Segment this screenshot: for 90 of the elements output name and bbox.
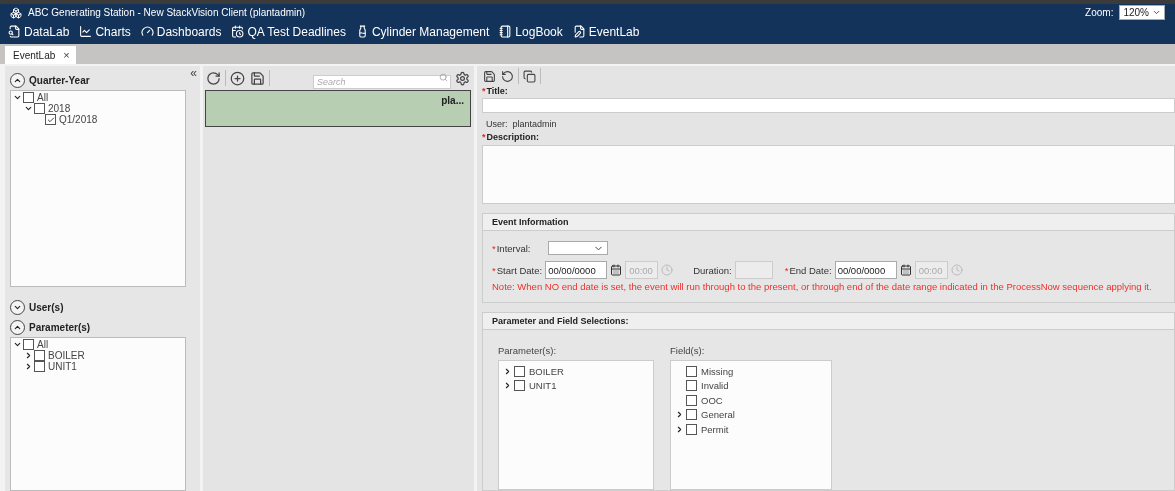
checkbox[interactable] [34, 350, 45, 361]
section-title: Quarter-Year [29, 74, 90, 86]
save-button[interactable] [482, 69, 497, 83]
close-icon[interactable]: × [63, 49, 70, 61]
gauge-icon [140, 25, 154, 38]
note-text: Note: When NO end date is set, the event will run through to the present, or through end of the date range indicated in the ProcessNow sequence applying it. [491, 281, 1153, 294]
expand-icon[interactable] [675, 424, 684, 434]
save-button[interactable] [249, 70, 266, 86]
checkbox[interactable] [686, 409, 697, 421]
expand-icon[interactable] [675, 410, 684, 420]
nav-link[interactable]: Dashboards [140, 24, 222, 39]
field-label: *Title: [482, 85, 509, 98]
expand-icon[interactable] [503, 366, 512, 376]
checkbox[interactable] [23, 92, 34, 103]
expand-icon[interactable] [503, 381, 512, 391]
line-chart-icon [79, 25, 93, 38]
chevron-down-icon [1152, 8, 1161, 17]
collapse-icon[interactable] [13, 93, 22, 102]
list-item-label[interactable]: Invalid [701, 380, 729, 392]
document-search-icon [8, 25, 21, 38]
date-field[interactable]: 00/00/0000 [834, 261, 897, 279]
list-item-label[interactable]: OOC [701, 394, 723, 406]
description-field[interactable] [482, 144, 1175, 204]
add-button[interactable] [229, 70, 246, 86]
tree-label[interactable]: BOILER [48, 350, 85, 361]
date-field[interactable]: 00/00/0000 [545, 261, 608, 279]
expand-icon[interactable] [24, 351, 33, 360]
tree-label[interactable]: All [37, 92, 49, 103]
duration-field[interactable] [734, 261, 773, 279]
tree-label[interactable]: Q1/2018 [59, 114, 98, 125]
checkbox[interactable] [686, 380, 697, 392]
field-label: *Description: [482, 131, 541, 144]
calendar-icon[interactable] [610, 264, 623, 276]
section-title: User(s) [29, 301, 64, 313]
list-item-label[interactable]: BOILER [529, 365, 564, 377]
field-label: *End Date: [784, 264, 832, 276]
checkbox[interactable] [514, 365, 525, 377]
collapse-icon[interactable] [10, 72, 25, 88]
checkbox[interactable] [686, 365, 697, 377]
list-item-label[interactable]: UNIT1 [529, 380, 557, 392]
title-field[interactable] [482, 97, 1175, 113]
settings-button[interactable] [454, 70, 471, 86]
list-item-label[interactable]: Permit [701, 423, 729, 435]
undo-button[interactable] [500, 69, 515, 83]
list-item-label[interactable]: General [701, 409, 735, 421]
checkbox[interactable] [514, 380, 525, 392]
checkbox[interactable] [686, 423, 697, 435]
tree-label[interactable]: 2018 [48, 103, 71, 114]
panel-heading: Event Information [483, 214, 1174, 231]
collapse-panel-button[interactable]: « [190, 66, 197, 80]
list-label: Parameter(s): [498, 345, 558, 356]
collapse-icon[interactable] [24, 104, 33, 113]
copy-button[interactable] [522, 69, 537, 83]
search-field[interactable]: Search [313, 75, 451, 89]
expand-icon[interactable] [24, 362, 33, 371]
checkbox[interactable] [23, 339, 34, 350]
window-title: ABC Generating Station - New StackVision Client (plantadmin) [28, 7, 306, 18]
list-label: Field(s): [670, 345, 706, 356]
refresh-button[interactable] [205, 70, 222, 86]
nav-link[interactable]: QA Test Deadlines [231, 24, 346, 39]
list-item-label[interactable]: Missing [701, 365, 734, 377]
expand-icon[interactable] [10, 299, 25, 315]
field-label: *Start Date: [492, 264, 543, 276]
panel-heading: Parameter and Field Selections: [483, 313, 1174, 330]
checkbox[interactable] [686, 394, 697, 406]
nav-link[interactable]: EventLab [572, 24, 640, 39]
zoom-label: Zoom: [1085, 7, 1114, 18]
nav-link[interactable]: Cylinder Management [355, 24, 490, 39]
app-logo-icon [10, 6, 22, 19]
tree-label[interactable]: All [37, 339, 49, 350]
event-card[interactable]: pla... [205, 90, 471, 127]
tab[interactable]: EventLab × [5, 46, 76, 64]
section-title: Parameter(s) [29, 321, 91, 333]
document-edit-icon [572, 25, 586, 38]
nav-link[interactable]: LogBook [499, 24, 563, 39]
notebook-icon [499, 25, 513, 38]
checkbox[interactable] [34, 103, 45, 114]
zoom-select[interactable]: 120% [1119, 5, 1165, 20]
nav-link[interactable]: DataLab [8, 24, 70, 39]
user-info: User: plantadmin [485, 118, 558, 131]
field-label: Duration: [693, 264, 732, 276]
calendar-clock-icon [231, 25, 245, 38]
nav-link[interactable]: Charts [79, 24, 131, 39]
collapse-icon[interactable] [13, 340, 22, 349]
field-label: *Interval: [492, 242, 531, 254]
checkbox[interactable] [45, 114, 56, 125]
checkbox[interactable] [34, 361, 45, 372]
collapse-icon[interactable] [10, 319, 25, 335]
tree-label[interactable]: UNIT1 [48, 361, 77, 372]
calendar-icon[interactable] [899, 264, 912, 276]
